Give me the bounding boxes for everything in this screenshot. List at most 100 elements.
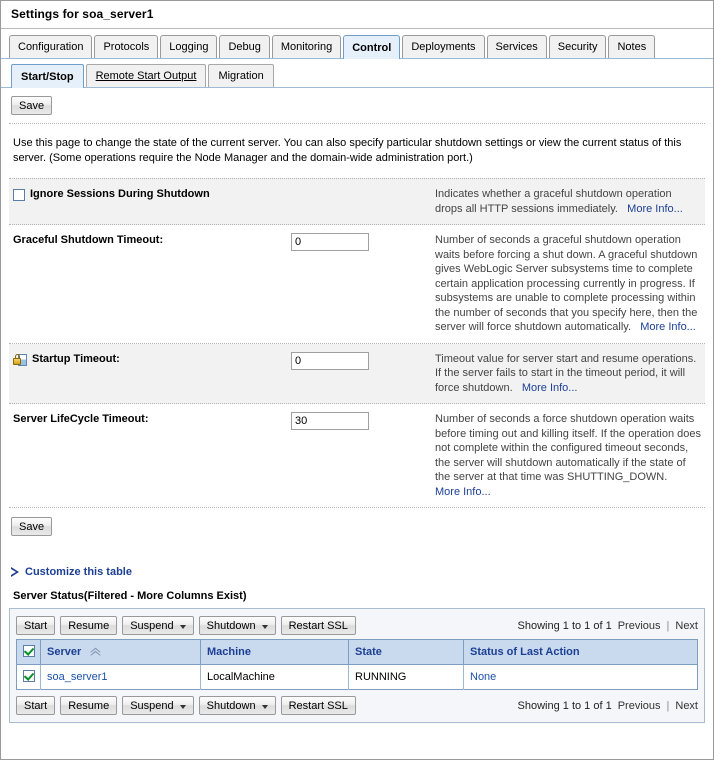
select-all-checkbox[interactable] <box>23 645 35 657</box>
shutdown-button-top[interactable]: Shutdown <box>198 616 276 635</box>
restart-ssl-button-top[interactable]: Restart SSL <box>280 616 356 635</box>
start-button-bottom[interactable]: Start <box>16 696 56 715</box>
column-header-state-label: State <box>355 646 382 658</box>
button-label: Start <box>24 619 48 632</box>
server-lifecycle-timeout-input[interactable] <box>291 412 369 430</box>
property-row: Startup Timeout: Timeout value for server… <box>9 343 705 404</box>
property-row: Server LifeCycle Timeout: Number of secon… <box>9 404 705 508</box>
button-label: Suspend <box>130 699 174 712</box>
tab-label: Notes <box>617 41 647 53</box>
triangle-right-icon <box>11 566 20 578</box>
subtab-label: Start/Stop <box>21 70 74 83</box>
table-header-row: Server Machine State Status of Last Acti… <box>16 639 698 665</box>
tab-control[interactable]: Control <box>343 35 401 59</box>
property-label: Server LifeCycle Timeout: <box>13 413 149 425</box>
more-info-link[interactable]: More Info... <box>435 486 491 498</box>
cell-machine: LocalMachine <box>200 664 349 690</box>
resume-button-bottom[interactable]: Resume <box>60 696 118 715</box>
cell-state: RUNNING <box>348 664 464 690</box>
tab-label: Security <box>557 41 598 53</box>
customize-this-table-link[interactable]: Customize this table <box>9 544 136 586</box>
server-status-panel: Start Resume Suspend Shutdown Restart SSL Sh… <box>9 608 705 723</box>
tab-label: Services <box>495 41 538 53</box>
pager-showing-bottom: Showing 1 to 1 of 1 <box>517 699 612 712</box>
row-select-checkbox[interactable] <box>23 670 35 682</box>
tab-security[interactable]: Security <box>548 35 607 58</box>
save-row-bottom: Save <box>9 508 705 544</box>
property-field-cell <box>291 233 431 251</box>
tab-label: Protocols <box>103 41 150 53</box>
column-header-server-label: Server <box>47 646 82 658</box>
tab-label: Debug <box>228 41 261 53</box>
save-button-top[interactable]: Save <box>11 96 53 115</box>
button-label: Shutdown <box>206 619 256 632</box>
tab-configuration[interactable]: Configuration <box>9 35 93 58</box>
tab-monitoring[interactable]: Monitoring <box>271 35 342 58</box>
button-label: Restart SSL <box>288 699 348 712</box>
startup-timeout-input[interactable] <box>291 351 369 370</box>
row-select-cell <box>16 664 41 690</box>
subtab-start-stop[interactable]: Start/Stop <box>11 64 84 88</box>
property-description-cell: Number of seconds a graceful shutdown op… <box>431 233 701 335</box>
pager-next-top[interactable]: Next <box>675 620 698 632</box>
pager-separator-top: | <box>666 619 670 632</box>
status-of-last-action-link[interactable]: None <box>470 671 496 683</box>
property-field-cell <box>291 412 431 430</box>
resume-button-top[interactable]: Resume <box>60 616 118 635</box>
tab-deployments[interactable]: Deployments <box>402 35 485 58</box>
property-label-cell: Graceful Shutdown Timeout: <box>13 233 291 246</box>
subtab-remote-start-output[interactable]: Remote Start Output <box>85 64 207 87</box>
more-info-link[interactable]: More Info... <box>640 321 696 333</box>
tab-debug[interactable]: Debug <box>219 35 270 58</box>
subtab-label: Remote Start Output <box>95 70 197 82</box>
tab-label: Logging <box>169 41 209 53</box>
tab-label: Monitoring <box>280 41 333 53</box>
column-header-machine[interactable]: Machine <box>200 639 349 665</box>
tab-notes[interactable]: Notes <box>608 35 656 58</box>
cell-status-of-last-action: None <box>463 664 698 690</box>
tab-protocols[interactable]: Protocols <box>94 35 159 58</box>
secondary-tabstrip: Start/Stop Remote Start Output Migration <box>1 59 713 88</box>
save-row-top: Save <box>9 88 705 123</box>
lock-icon <box>13 353 27 367</box>
graceful-shutdown-timeout-input[interactable] <box>291 233 369 251</box>
property-description-cell: Number of seconds a force shutdown opera… <box>431 412 701 499</box>
table-toolbar-top: Start Resume Suspend Shutdown Restart SSL Sh… <box>16 614 698 639</box>
tab-label: Configuration <box>18 41 84 53</box>
more-info-link[interactable]: More Info... <box>522 382 578 394</box>
pager-previous-top[interactable]: Previous <box>618 620 661 632</box>
save-button-bottom[interactable]: Save <box>11 517 53 536</box>
button-label: Resume <box>68 619 110 632</box>
tab-services[interactable]: Services <box>486 35 547 58</box>
start-button-top[interactable]: Start <box>16 616 56 635</box>
server-link[interactable]: soa_server1 <box>47 671 108 683</box>
tab-logging[interactable]: Logging <box>160 35 218 58</box>
property-description-cell: Timeout value for server start and resum… <box>431 352 701 396</box>
subtab-label: Migration <box>218 70 264 82</box>
pager-next-bottom[interactable]: Next <box>675 700 698 712</box>
cell-server: soa_server1 <box>40 664 201 690</box>
column-header-status-of-last-action[interactable]: Status of Last Action <box>463 639 698 665</box>
chevron-down-icon <box>179 704 186 709</box>
properties-list: Ignore Sessions During Shutdown Indicates… <box>9 178 705 508</box>
button-label: Restart SSL <box>288 619 348 632</box>
property-description: Number of seconds a force shutdown opera… <box>435 413 701 483</box>
property-field-cell <box>291 351 431 370</box>
shutdown-button-bottom[interactable]: Shutdown <box>198 696 276 715</box>
pager-bottom: Showing 1 to 1 of 1 Previous | Next <box>518 700 698 712</box>
button-label: Resume <box>68 699 110 712</box>
tab-label: Deployments <box>411 41 476 53</box>
suspend-button-bottom[interactable]: Suspend <box>122 696 194 715</box>
suspend-button-top[interactable]: Suspend <box>122 616 194 635</box>
intro-text: Use this page to change the state of the… <box>13 137 682 164</box>
column-header-state[interactable]: State <box>348 639 464 665</box>
more-info-link[interactable]: More Info... <box>627 203 683 215</box>
subtab-migration[interactable]: Migration <box>208 64 274 87</box>
ignore-sessions-checkbox[interactable] <box>13 189 25 201</box>
column-header-status-label: Status of Last Action <box>470 646 580 658</box>
restart-ssl-button-bottom[interactable]: Restart SSL <box>280 696 356 715</box>
select-all-header <box>16 639 41 665</box>
pager-previous-bottom[interactable]: Previous <box>618 700 661 712</box>
primary-tabstrip: Configuration Protocols Logging Debug Monito… <box>1 29 713 59</box>
column-header-server[interactable]: Server <box>40 639 201 665</box>
